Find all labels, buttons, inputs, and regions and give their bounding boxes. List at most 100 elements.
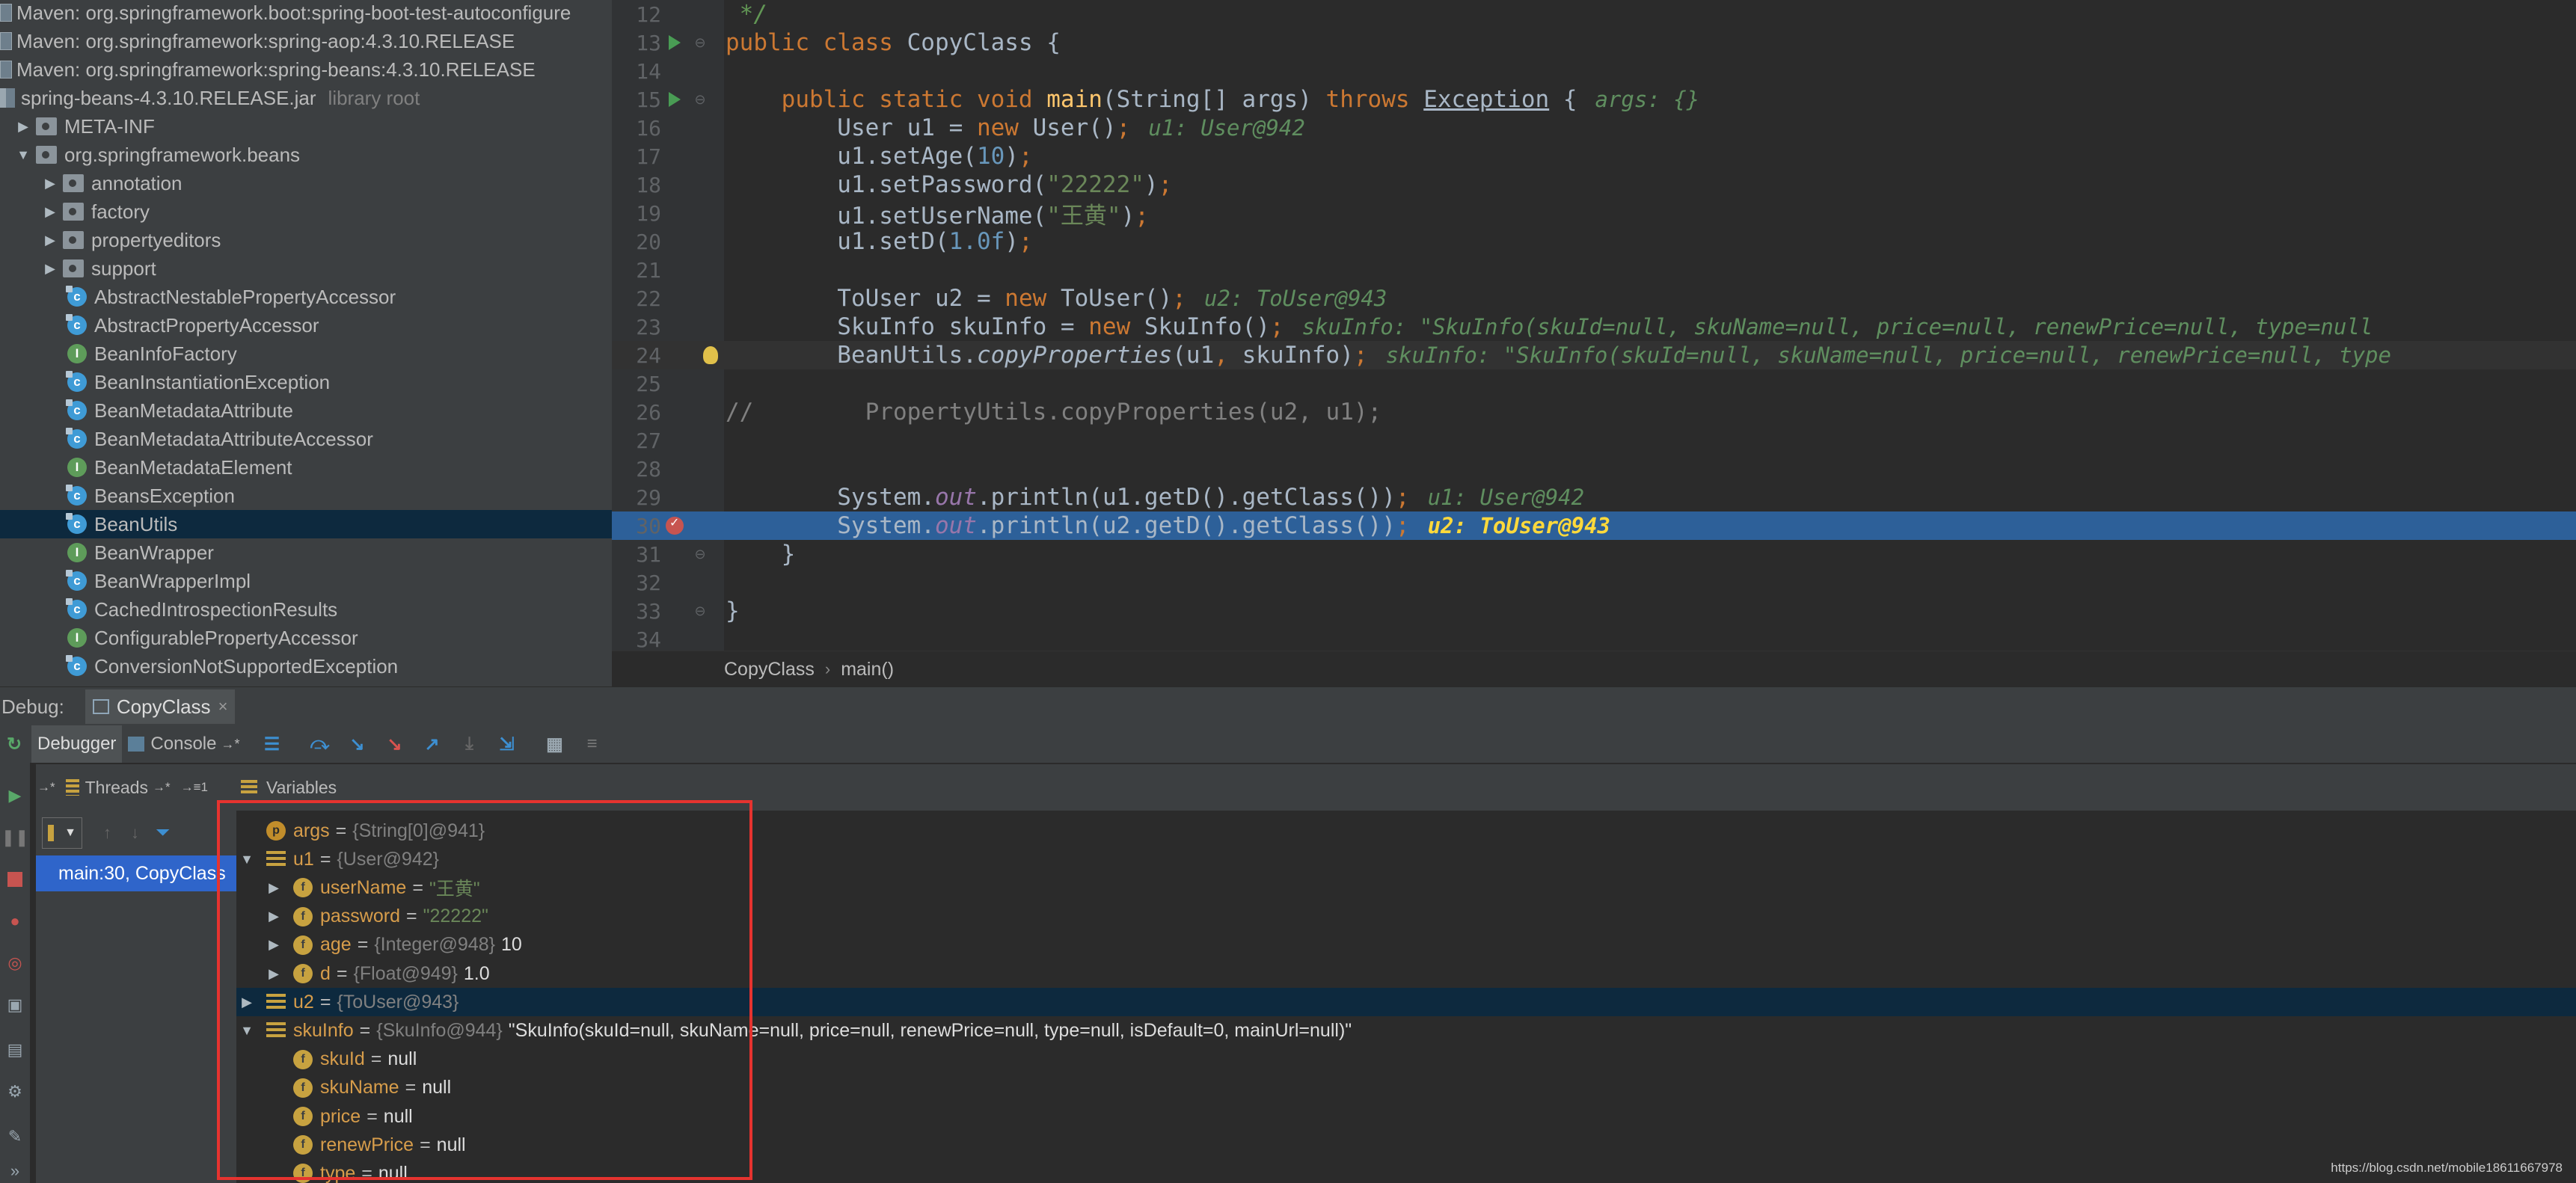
layout-icon[interactable]: ▤ bbox=[4, 1039, 25, 1060]
variable-row[interactable]: ▼ skuInfo = {SkuInfo@944} "SkuInfo(skuId=nul… bbox=[236, 1016, 2576, 1045]
tree-item[interactable]: spring-beans-4.3.10.RELEASE.jar library r… bbox=[0, 84, 612, 112]
line-number[interactable]: 29 bbox=[612, 485, 661, 510]
line-number[interactable]: 25 bbox=[612, 372, 661, 396]
line-number[interactable]: 22 bbox=[612, 286, 661, 311]
variables-list[interactable]: p args = {String[0]@941} ▼ u1 = {User@942} ▶ f use… bbox=[236, 811, 2576, 1183]
frame-item[interactable]: main:30, CopyClass bbox=[36, 855, 236, 891]
line-number[interactable]: 33 bbox=[612, 599, 661, 624]
line-number[interactable]: 18 bbox=[612, 173, 661, 197]
breakpoint-icon[interactable] bbox=[666, 515, 684, 535]
variable-row[interactable]: f price = null bbox=[236, 1102, 2576, 1131]
code-line[interactable]: 29 System.out.println(u1.getD().getClass… bbox=[612, 483, 2576, 511]
run-icon[interactable] bbox=[669, 35, 681, 50]
chevron-right-icon[interactable]: ▶ bbox=[263, 880, 284, 896]
run-to-cursor-icon[interactable]: ⇲ bbox=[496, 733, 518, 755]
tree-item[interactable]: ▼ org.springframework.beans bbox=[0, 141, 612, 169]
fold-icon[interactable]: ⊖ bbox=[688, 547, 712, 562]
line-number[interactable]: 15 bbox=[612, 87, 661, 112]
code-line[interactable]: 22 ToUser u2 = new ToUser(); u2: ToUser@9… bbox=[612, 284, 2576, 313]
close-icon[interactable]: × bbox=[218, 697, 228, 716]
tree-item[interactable]: c BeanMetadataAttributeAccessor bbox=[0, 425, 612, 453]
debug-session-tab[interactable]: CopyClass × bbox=[85, 689, 236, 724]
line-number[interactable]: 28 bbox=[612, 457, 661, 482]
restore-layout-icon[interactable]: →≡1 bbox=[181, 780, 208, 795]
code-line[interactable]: 33 ⊖} bbox=[612, 597, 2576, 625]
camera-icon[interactable]: ▣ bbox=[4, 995, 25, 1015]
chevron-down-icon[interactable]: ▼ bbox=[236, 852, 257, 867]
tree-item[interactable]: ▶ annotation bbox=[0, 169, 612, 197]
chevron-down-icon[interactable]: ▼ bbox=[15, 147, 31, 163]
code-line[interactable]: 34 bbox=[612, 625, 2576, 654]
tab-debugger[interactable]: Debugger bbox=[31, 725, 123, 763]
chevron-right-icon[interactable]: ▶ bbox=[42, 175, 58, 191]
tree-item[interactable]: Maven: org.springframework:spring-aop:4.… bbox=[0, 27, 612, 55]
drop-frame-icon[interactable]: ⤓ bbox=[459, 733, 481, 755]
code-line[interactable]: 21 bbox=[612, 256, 2576, 284]
chevron-down-icon[interactable]: ▼ bbox=[236, 1023, 257, 1039]
tree-item[interactable]: I BeanWrapper bbox=[0, 538, 612, 567]
gutter-mark[interactable] bbox=[661, 92, 688, 107]
code-line[interactable]: 30 System.out.println(u2.getD().getClass… bbox=[612, 511, 2576, 540]
line-number[interactable]: 32 bbox=[612, 571, 661, 595]
run-icon[interactable] bbox=[669, 92, 681, 107]
line-number[interactable]: 20 bbox=[612, 230, 661, 254]
chevron-right-icon[interactable]: ▶ bbox=[236, 995, 257, 1010]
variable-row[interactable]: f renewPrice = null bbox=[236, 1131, 2576, 1159]
fold-icon[interactable]: ⊖ bbox=[688, 92, 712, 108]
chevron-right-icon[interactable]: ▶ bbox=[263, 909, 284, 924]
code-line[interactable]: 14 bbox=[612, 57, 2576, 85]
variable-row[interactable]: ▶ f password = "22222" bbox=[236, 903, 2576, 931]
code-line[interactable]: 27 bbox=[612, 426, 2576, 455]
frames-list[interactable]: main:30, CopyClass bbox=[36, 855, 236, 1183]
tab-console[interactable]: Console →* bbox=[122, 725, 245, 763]
code-line[interactable]: 17 u1.setAge(10); bbox=[612, 142, 2576, 170]
tree-item[interactable]: c BeansException bbox=[0, 482, 612, 510]
variable-row[interactable]: f skuId = null bbox=[236, 1045, 2576, 1074]
show-execution-point-icon[interactable]: ☰ bbox=[261, 733, 283, 755]
line-number[interactable]: 13 bbox=[612, 31, 661, 55]
tree-item[interactable]: Maven: org.springframework.boot:spring-b… bbox=[0, 0, 612, 27]
code-line[interactable]: 28 bbox=[612, 455, 2576, 483]
code-line[interactable]: 24 BeanUtils.copyProperties(u1, skuInfo)… bbox=[612, 341, 2576, 369]
tree-item[interactable]: c BeanMetadataAttribute bbox=[0, 396, 612, 425]
line-number[interactable]: 12 bbox=[612, 2, 661, 27]
tree-item[interactable]: c BeanUtils bbox=[0, 510, 612, 538]
pause-icon[interactable]: ❚❚ bbox=[1, 827, 29, 848]
line-number[interactable]: 26 bbox=[612, 400, 661, 425]
line-number[interactable]: 19 bbox=[612, 201, 661, 226]
mute-breakpoints-icon[interactable]: ◎ bbox=[4, 953, 25, 974]
code-line[interactable]: 15 ⊖ public static void main(String[] arg… bbox=[612, 85, 2576, 114]
tree-item[interactable]: ▶ propertyeditors bbox=[0, 226, 612, 254]
step-over-icon[interactable]: ⤼ bbox=[309, 733, 331, 755]
line-number[interactable]: 30 bbox=[612, 514, 661, 538]
line-number[interactable]: 16 bbox=[612, 116, 661, 141]
line-number[interactable]: 21 bbox=[612, 258, 661, 283]
tree-item[interactable]: c CachedIntrospectionResults bbox=[0, 595, 612, 624]
pin-icon[interactable]: ✎ bbox=[4, 1126, 25, 1147]
view-breakpoints-icon[interactable]: ● bbox=[4, 911, 25, 932]
variable-row[interactable]: f skuName = null bbox=[236, 1074, 2576, 1102]
tree-item[interactable]: ▶ META-INF bbox=[0, 112, 612, 141]
tree-item[interactable]: c BeanInstantiationException bbox=[0, 368, 612, 396]
resume-icon[interactable]: ▶ bbox=[4, 785, 25, 806]
gutter-mark[interactable] bbox=[661, 515, 688, 535]
line-number[interactable]: 17 bbox=[612, 144, 661, 169]
project-tree[interactable]: Maven: org.springframework.boot:spring-b… bbox=[0, 0, 612, 686]
code-line[interactable]: 31 ⊖ } bbox=[612, 540, 2576, 568]
tree-item[interactable]: I BeanInfoFactory bbox=[0, 339, 612, 368]
stop-icon[interactable] bbox=[4, 869, 25, 890]
previous-frame-icon[interactable]: ↑ bbox=[103, 823, 111, 843]
chevron-right-icon[interactable]: ▶ bbox=[42, 203, 58, 220]
chevron-right-icon[interactable]: ▶ bbox=[263, 937, 284, 953]
code-editor[interactable]: 12 */ 13 ⊖ public class CopyClass {14 15 ⊖ pu… bbox=[612, 0, 2576, 686]
next-frame-icon[interactable]: ↓ bbox=[131, 823, 139, 843]
code-line[interactable]: 25 bbox=[612, 369, 2576, 398]
code-line[interactable]: 19 u1.setUserName("王黄"); bbox=[612, 199, 2576, 230]
tree-item[interactable]: ▶ support bbox=[0, 254, 612, 283]
threads-tab[interactable]: Threads bbox=[85, 778, 148, 798]
variable-row[interactable]: p args = {String[0]@941} bbox=[236, 817, 2576, 845]
more-icon[interactable]: » bbox=[4, 1161, 25, 1182]
lightbulb-icon[interactable] bbox=[703, 346, 718, 364]
code-line[interactable]: 23 SkuInfo skuInfo = new SkuInfo(); skuIn… bbox=[612, 313, 2576, 341]
breadcrumb-class[interactable]: CopyClass bbox=[724, 659, 815, 680]
